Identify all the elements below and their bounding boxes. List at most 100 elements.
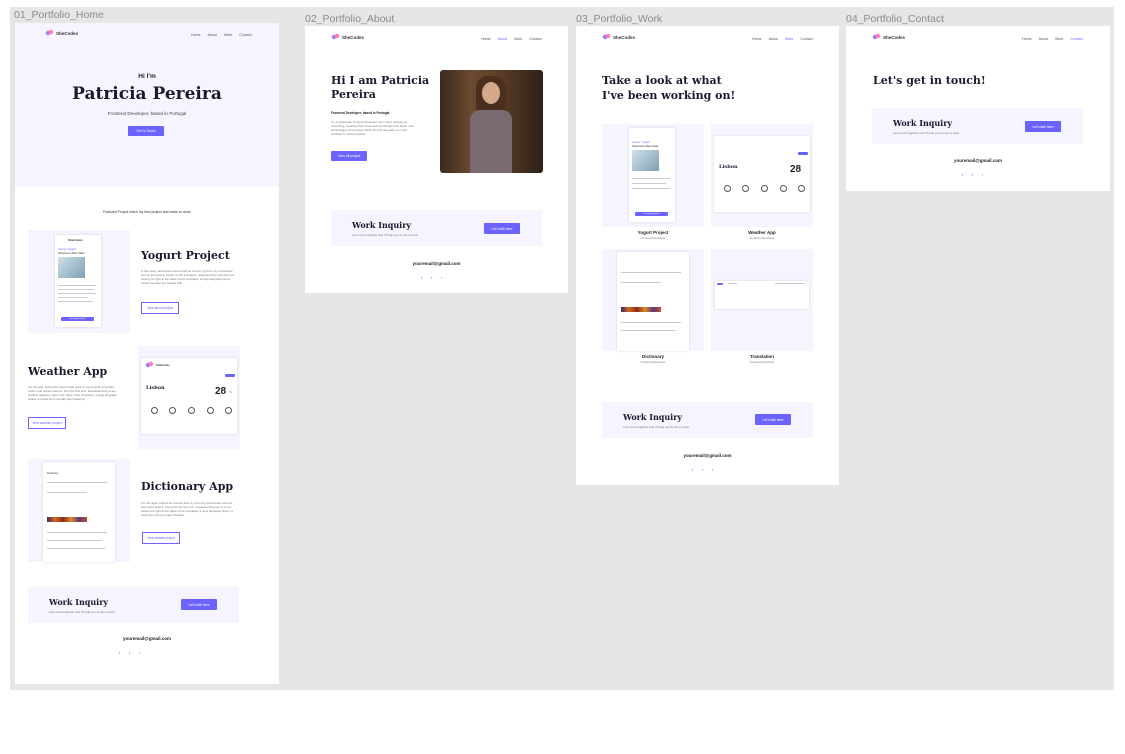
- frame-work[interactable]: SheCodes Home About Work Contact Take a …: [576, 26, 839, 485]
- logo-icon: [46, 30, 54, 36]
- nav-work[interactable]: Work: [785, 37, 793, 41]
- profile-photo: [440, 70, 543, 173]
- frame-contact[interactable]: SheCodes Home About Work Contact Let's g…: [846, 26, 1110, 191]
- mini-weather-temp: 28: [790, 164, 802, 175]
- mini-weather-unit: °c: [229, 390, 232, 394]
- mini-translation-page: [715, 281, 809, 309]
- inquiry-title: Work Inquiry: [352, 220, 412, 230]
- nav-contact[interactable]: Contact: [239, 33, 251, 37]
- footer-email[interactable]: youremail@gmail.com: [576, 453, 839, 458]
- logo[interactable]: SheCodes: [873, 34, 905, 40]
- facebook-icon[interactable]: f: [962, 172, 963, 177]
- instagram-icon[interactable]: i: [139, 650, 140, 655]
- mini-yogurt-title: Clever Yogurt: [632, 140, 651, 144]
- about-title: Hi I am Patricia Pereira: [331, 74, 430, 102]
- inquiry-box: Work Inquiry Let's work together and I'l…: [28, 587, 239, 623]
- nav-work[interactable]: Work: [224, 33, 232, 37]
- footer-email[interactable]: youremail@gmail.com: [846, 158, 1110, 163]
- facebook-icon[interactable]: f: [421, 275, 422, 280]
- lets-talk-button[interactable]: Let's talk here: [1025, 121, 1061, 132]
- lets-talk-button[interactable]: Let's talk here: [484, 223, 520, 234]
- about-subtitle: Frontend Developer, based in Portugal: [331, 111, 390, 115]
- nav-work[interactable]: Work: [1055, 37, 1063, 41]
- work-card-dictionary-title: Dictionary: [641, 354, 664, 359]
- inquiry-title: Work Inquiry: [893, 118, 953, 128]
- mini-yogurt-page: Clever Yogurt Dispenser's Best Seller Go…: [629, 128, 675, 222]
- lets-talk-button[interactable]: Let's talk here: [181, 599, 217, 610]
- work-card-weather-preview[interactable]: Lisbon 28: [711, 124, 813, 227]
- dictionary-title: Dictionary App: [141, 480, 234, 493]
- nav-menu: Home About Work Contact: [752, 37, 813, 41]
- logo-icon: [873, 34, 881, 40]
- weather-title: Weather App: [28, 365, 108, 378]
- nav-about[interactable]: About: [498, 37, 507, 41]
- twitter-icon[interactable]: t: [702, 467, 703, 472]
- nav-home[interactable]: Home: [191, 33, 201, 37]
- frame-label-work[interactable]: 03_Portfolio_Work: [576, 13, 662, 25]
- logo[interactable]: SheCodes: [332, 34, 364, 40]
- nav-home[interactable]: Home: [1022, 37, 1032, 41]
- mini-yogurt-title: Clever Yogurt: [58, 247, 77, 251]
- about-body: I'm a passionate frontend developer who'…: [331, 120, 414, 137]
- instagram-icon[interactable]: i: [982, 172, 983, 177]
- mini-logo: SheCodes: [68, 238, 83, 242]
- footer-email[interactable]: youremail@gmail.com: [15, 636, 279, 641]
- work-card-dictionary-preview[interactable]: [602, 249, 704, 351]
- inquiry-text: Let's work together and I'll help you by…: [623, 425, 690, 429]
- twitter-icon[interactable]: t: [972, 172, 973, 177]
- facebook-icon[interactable]: f: [119, 650, 120, 655]
- mini-weather-city: Lisbon: [146, 385, 165, 391]
- nav-contact[interactable]: Contact: [529, 37, 541, 41]
- nav-about[interactable]: About: [769, 37, 778, 41]
- frame-label-home[interactable]: 01_Portfolio_Home: [14, 9, 104, 21]
- work-card-translation-sub: Frontend Developer: [749, 360, 775, 364]
- lets-talk-button[interactable]: Let's talk here: [755, 414, 791, 425]
- instagram-icon[interactable]: i: [712, 467, 713, 472]
- nav-about[interactable]: About: [208, 33, 217, 37]
- dictionary-desc: For this apps, behind the scenes that I …: [141, 501, 233, 518]
- view-yogurt-button[interactable]: View about project: [141, 302, 179, 314]
- inquiry-title: Work Inquiry: [49, 597, 109, 607]
- logo[interactable]: SheCodes: [46, 30, 78, 36]
- frame-label-about[interactable]: 02_Portfolio_About: [305, 13, 394, 25]
- nav-home[interactable]: Home: [481, 37, 491, 41]
- footer-email[interactable]: youremail@gmail.com: [305, 261, 568, 266]
- nav-work[interactable]: Work: [514, 37, 522, 41]
- mini-yogurt-sub: Dispenser's Best Seller: [632, 145, 659, 148]
- dictionary-preview: Dictionary: [28, 459, 130, 562]
- mini-yogurt-image: [632, 150, 659, 171]
- mini-weather-city: Lisbon: [719, 164, 738, 170]
- logo[interactable]: SheCodes: [603, 34, 635, 40]
- yogurt-title: Yogurt Project: [141, 249, 230, 262]
- work-card-translation-title: Translation: [749, 354, 774, 359]
- get-in-touch-button[interactable]: Get In Touch: [128, 126, 164, 136]
- frame-about[interactable]: SheCodes Home About Work Contact Hi I am…: [305, 26, 568, 293]
- logo-icon: [332, 34, 340, 40]
- featured-text: Featured Project which my best project a…: [103, 210, 191, 214]
- frame-home[interactable]: SheCodes Home About Work Contact Hi I'm …: [15, 23, 279, 684]
- frame-label-contact[interactable]: 04_Portfolio_Contact: [846, 13, 944, 25]
- nav-contact[interactable]: Contact: [800, 37, 812, 41]
- inquiry-text: Let's work together and I'll help you by…: [49, 610, 116, 614]
- work-card-weather-sub: Frontend Developer: [749, 236, 775, 240]
- twitter-icon[interactable]: t: [129, 650, 130, 655]
- mini-yogurt-sub: Dispenser's Best Seller: [58, 252, 85, 255]
- work-card-yogurt-preview[interactable]: Clever Yogurt Dispenser's Best Seller Go…: [602, 124, 704, 227]
- nav-contact[interactable]: Contact: [1070, 37, 1082, 41]
- social-links: f t i: [119, 650, 140, 655]
- inquiry-text: Let's work together and I'll help you by…: [352, 233, 419, 237]
- work-card-translation-preview[interactable]: [711, 249, 813, 351]
- inquiry-text: Let's work together and I'll help you by…: [893, 131, 960, 135]
- facebook-icon[interactable]: f: [692, 467, 693, 472]
- view-all-projects-button[interactable]: View all project: [331, 151, 367, 161]
- mini-dict-label: Dictionary: [47, 472, 59, 475]
- photo-body: [470, 110, 512, 173]
- view-weather-button[interactable]: View weather project: [28, 417, 66, 429]
- nav-about[interactable]: About: [1039, 37, 1048, 41]
- hero-name: Patricia Pereira: [72, 84, 222, 104]
- instagram-icon[interactable]: i: [441, 275, 442, 280]
- twitter-icon[interactable]: t: [431, 275, 432, 280]
- nav-home[interactable]: Home: [752, 37, 762, 41]
- inquiry-box: Work Inquiry Let's work together and I'l…: [331, 210, 542, 246]
- view-dictionary-button[interactable]: View details project: [142, 532, 180, 544]
